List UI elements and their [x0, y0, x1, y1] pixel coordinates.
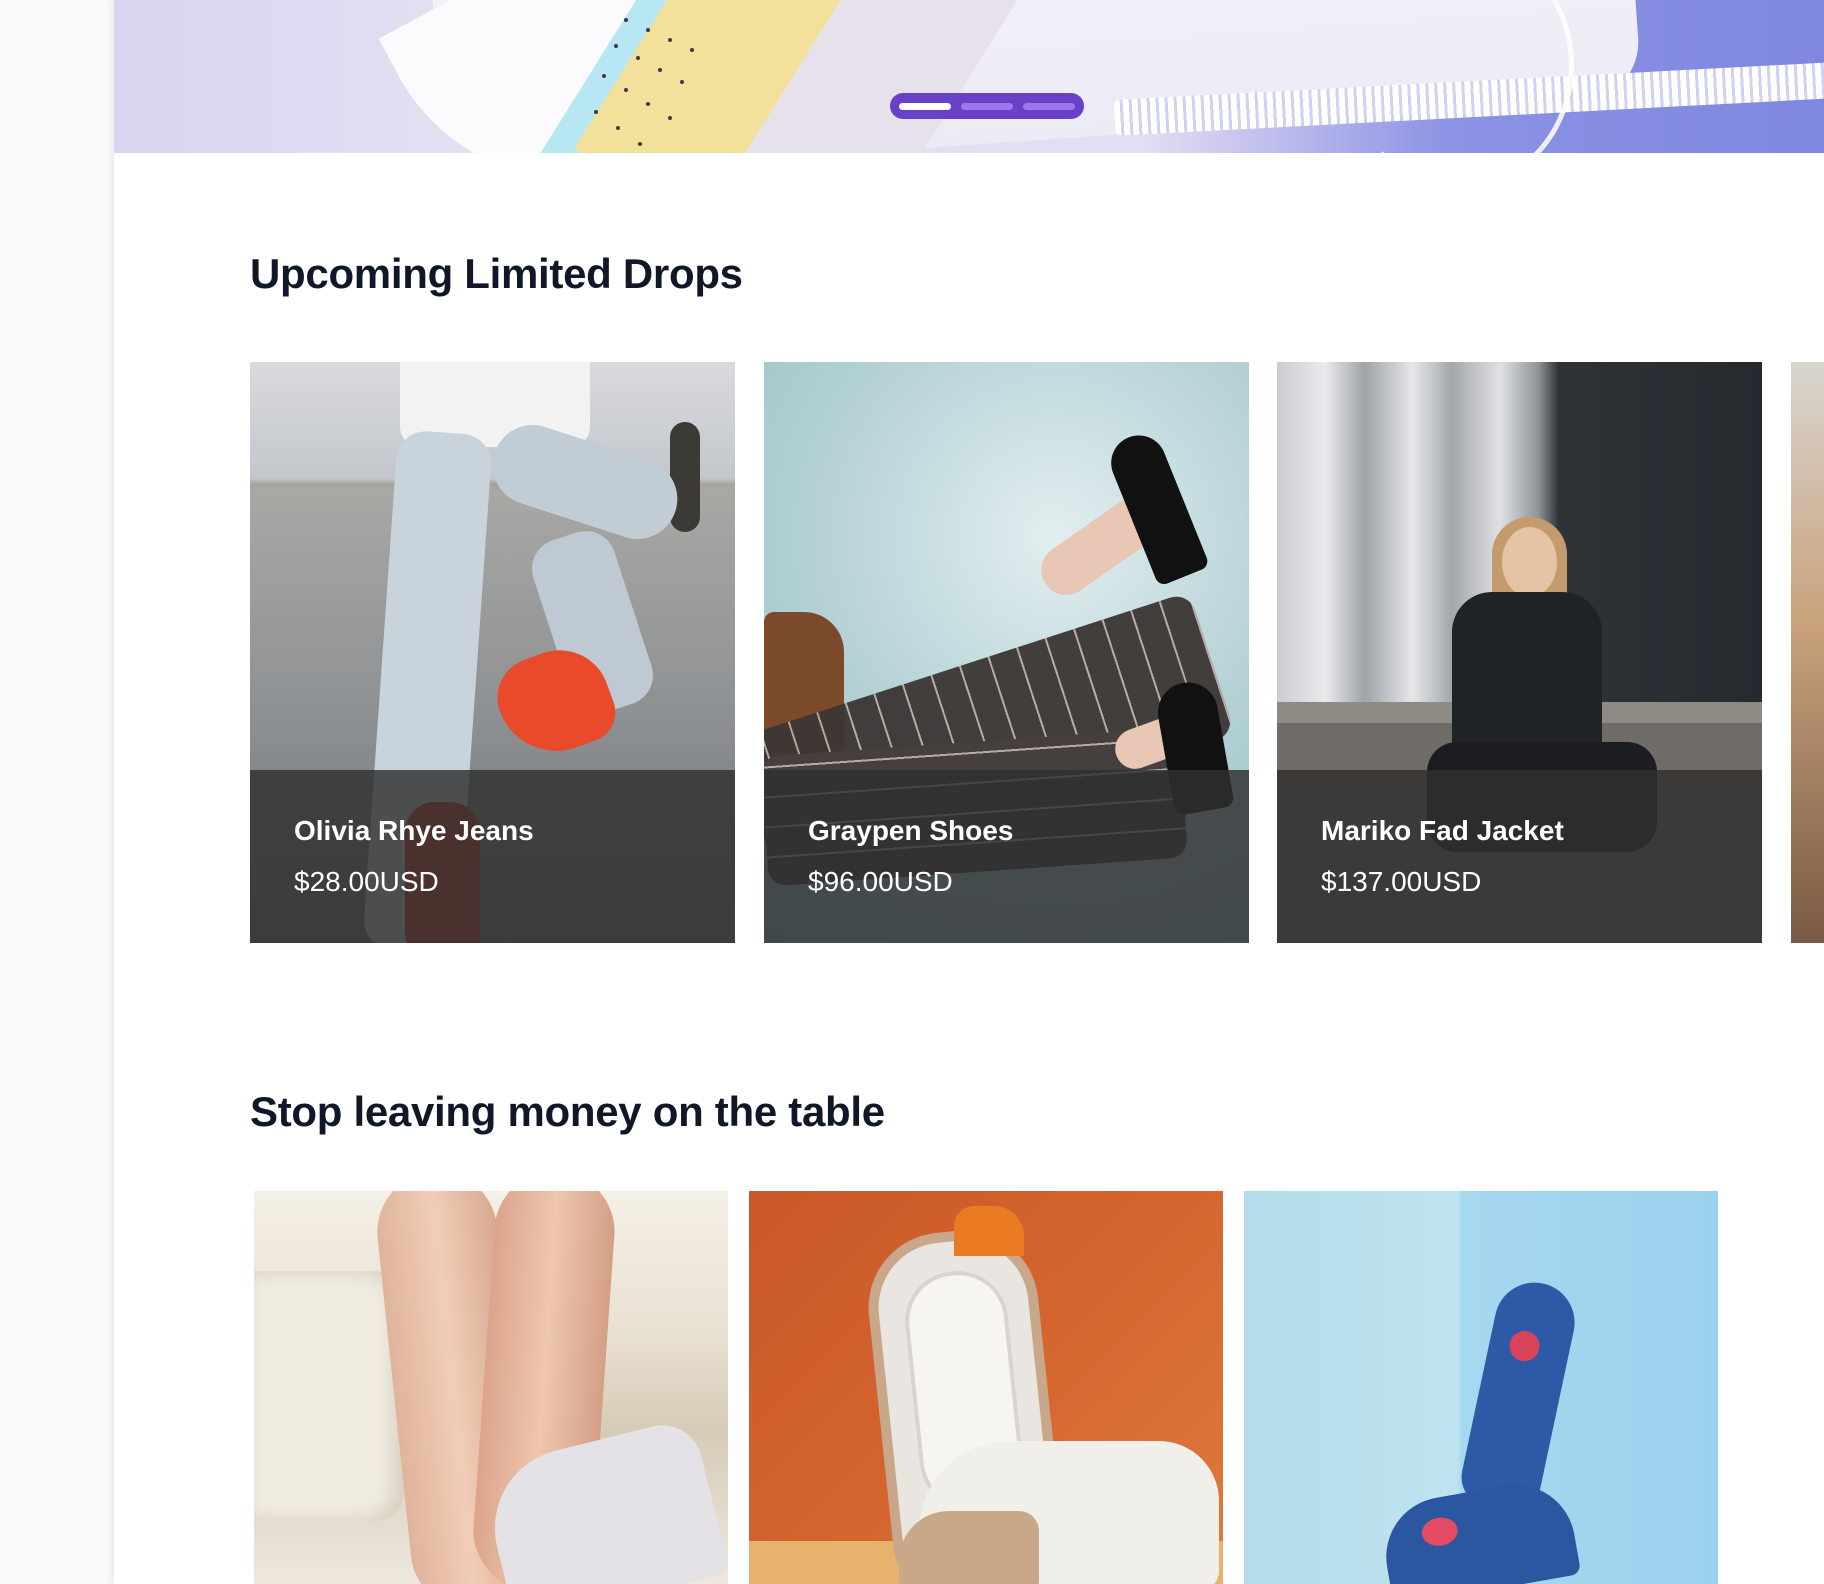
- drop-card-partial[interactable]: [1791, 362, 1824, 943]
- card-caption: Graypen Shoes $96.00USD: [764, 770, 1249, 943]
- hero-banner: [114, 0, 1824, 153]
- product-name: Graypen Shoes: [808, 815, 1014, 846]
- carousel-dot-1[interactable]: [899, 102, 951, 110]
- product-card[interactable]: [749, 1191, 1223, 1584]
- product-card[interactable]: [1244, 1191, 1718, 1584]
- drop-card[interactable]: Olivia Rhye Jeans $28.00USD: [250, 362, 735, 943]
- card-caption: Mariko Fad Jacket $137.00USD: [1277, 770, 1762, 943]
- product-price: $28.00USD: [294, 866, 439, 897]
- section-title-deals: Stop leaving money on the table: [250, 1088, 885, 1135]
- product-name: Mariko Fad Jacket: [1321, 815, 1564, 846]
- carousel-pagination: [890, 93, 1084, 119]
- drop-card[interactable]: Graypen Shoes $96.00USD: [764, 362, 1249, 943]
- carousel-dot-3[interactable]: [1023, 102, 1075, 110]
- product-name: Olivia Rhye Jeans: [294, 815, 534, 846]
- carousel-dot-2[interactable]: [961, 102, 1013, 110]
- drop-card[interactable]: Mariko Fad Jacket $137.00USD: [1277, 362, 1762, 943]
- section-title-drops: Upcoming Limited Drops: [250, 250, 743, 297]
- page: Upcoming Limited Drops Olivia Rhye Jeans…: [113, 0, 1824, 1584]
- product-price: $137.00USD: [1321, 866, 1482, 897]
- product-card[interactable]: [254, 1191, 728, 1584]
- product-price: $96.00USD: [808, 866, 953, 897]
- card-caption: Olivia Rhye Jeans $28.00USD: [250, 770, 735, 943]
